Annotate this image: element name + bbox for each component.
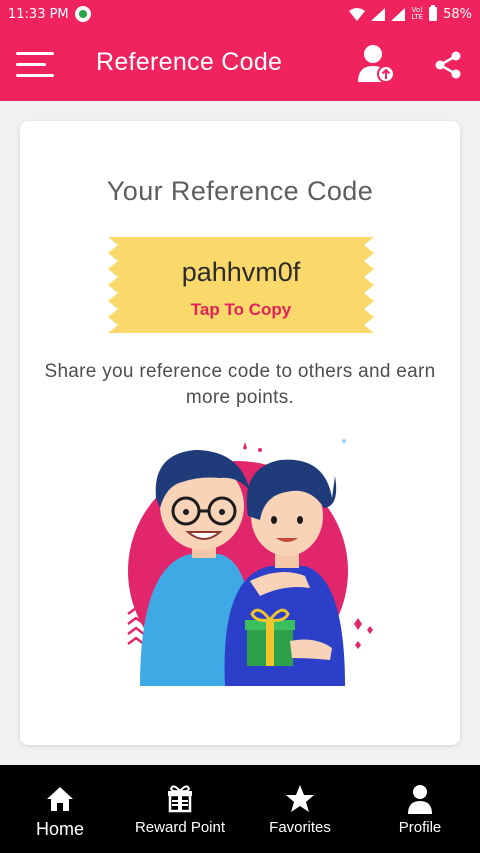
user-upload-icon bbox=[358, 45, 395, 83]
status-bar: 11:33 PM Vo) LTE 58% bbox=[0, 0, 480, 28]
battery-percent: 58% bbox=[443, 6, 472, 22]
page-title: Reference Code bbox=[96, 48, 283, 76]
share-button[interactable] bbox=[434, 50, 462, 80]
nav-item-reward-point[interactable]: Reward Point bbox=[120, 765, 240, 853]
tap-to-copy-label[interactable]: Tap To Copy bbox=[108, 300, 374, 320]
user-upload-button[interactable] bbox=[358, 44, 396, 84]
nav-item-profile[interactable]: Profile bbox=[360, 765, 480, 853]
share-description: Share you reference code to others and e… bbox=[44, 361, 436, 408]
friends-gift-illustration bbox=[127, 439, 373, 686]
battery-icon bbox=[429, 5, 438, 21]
signal-icon-2 bbox=[391, 7, 406, 21]
nav-label-favorites: Favorites bbox=[269, 819, 331, 836]
nav-label-profile: Profile bbox=[398, 819, 442, 836]
nav-item-home[interactable]: Home bbox=[0, 765, 120, 853]
reference-code-value: pahhvm0f bbox=[181, 257, 301, 287]
share-icon bbox=[435, 51, 461, 79]
gift-icon bbox=[164, 783, 196, 815]
nav-label-home: Home bbox=[35, 819, 84, 839]
card-title: Your Reference Code bbox=[106, 176, 374, 206]
nav-item-favorites[interactable]: Favorites bbox=[240, 765, 360, 853]
home-icon bbox=[44, 783, 76, 815]
network-type-label: Vo) LTE bbox=[411, 6, 424, 21]
profile-icon bbox=[404, 783, 436, 815]
wifi-icon bbox=[349, 7, 366, 21]
bottom-navigation: Home Reward Point Favorites Profile bbox=[0, 765, 480, 853]
reference-code-card: Your Reference Code pahhvm0f Tap To Copy… bbox=[20, 121, 460, 745]
status-time: 11:33 PM bbox=[8, 6, 69, 22]
nav-label-reward-point: Reward Point bbox=[134, 819, 226, 836]
app-bar: Reference Code bbox=[0, 28, 480, 101]
app-notification-icon bbox=[74, 6, 91, 22]
signal-icon bbox=[371, 7, 386, 21]
menu-button[interactable] bbox=[16, 50, 54, 80]
star-icon bbox=[284, 783, 316, 815]
reference-code-ticket[interactable]: pahhvm0f Tap To Copy bbox=[108, 237, 374, 333]
